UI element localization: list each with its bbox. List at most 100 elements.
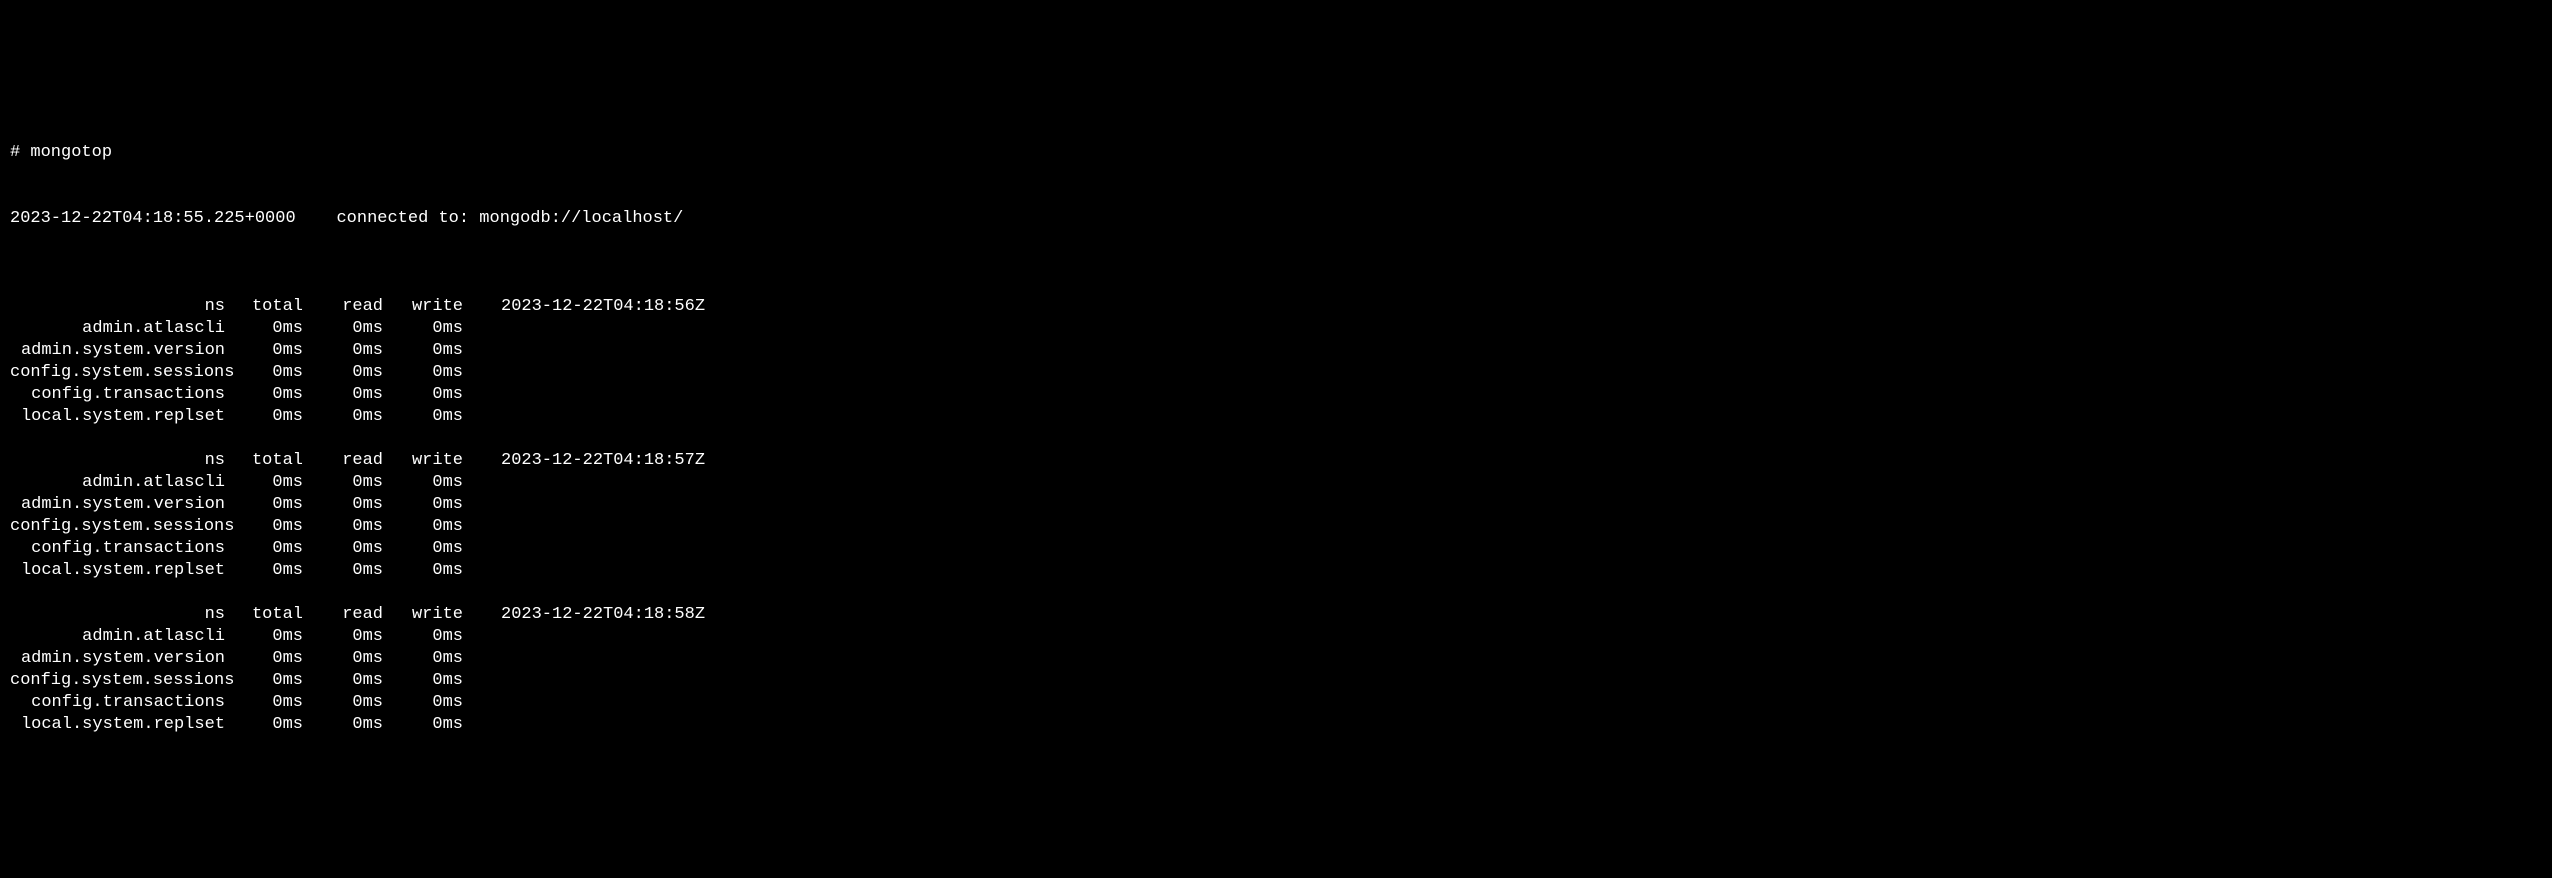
cell-total: 0ms <box>225 406 303 428</box>
cell-ns: admin.atlascli <box>10 472 225 494</box>
terminal-output: # mongotop 2023-12-22T04:18:55.225+0000 … <box>10 98 2542 758</box>
cell-write: 0ms <box>383 384 463 406</box>
cell-read: 0ms <box>303 714 383 736</box>
stats-row: config.system.sessions0ms0ms0ms <box>10 516 2542 538</box>
cell-total: 0ms <box>225 384 303 406</box>
header-read: read <box>303 604 383 626</box>
stats-header-row: nstotalreadwrite2023-12-22T04:18:56Z <box>10 296 2542 318</box>
cell-write: 0ms <box>383 362 463 384</box>
cell-ns: config.system.sessions <box>10 362 225 384</box>
cell-total: 0ms <box>225 714 303 736</box>
stats-header-row: nstotalreadwrite2023-12-22T04:18:58Z <box>10 604 2542 626</box>
stats-row: local.system.replset0ms0ms0ms <box>10 406 2542 428</box>
cell-total: 0ms <box>225 560 303 582</box>
cell-read: 0ms <box>303 472 383 494</box>
cell-write: 0ms <box>383 670 463 692</box>
stats-block: nstotalreadwrite2023-12-22T04:18:57Zadmi… <box>10 450 2542 582</box>
cell-read: 0ms <box>303 626 383 648</box>
cell-ns: admin.atlascli <box>10 318 225 340</box>
cell-read: 0ms <box>303 516 383 538</box>
cell-read: 0ms <box>303 384 383 406</box>
cell-write: 0ms <box>383 560 463 582</box>
cell-ns: config.transactions <box>10 538 225 560</box>
cell-ns: config.system.sessions <box>10 516 225 538</box>
cell-total: 0ms <box>225 340 303 362</box>
stats-header-row: nstotalreadwrite2023-12-22T04:18:57Z <box>10 450 2542 472</box>
cell-total: 0ms <box>225 362 303 384</box>
cell-total: 0ms <box>225 626 303 648</box>
stats-row: config.transactions0ms0ms0ms <box>10 538 2542 560</box>
stats-row: config.transactions0ms0ms0ms <box>10 692 2542 714</box>
header-write: write <box>383 450 463 472</box>
header-ns: ns <box>10 296 225 318</box>
header-ns: ns <box>10 604 225 626</box>
cell-ns: local.system.replset <box>10 714 225 736</box>
cell-write: 0ms <box>383 318 463 340</box>
spacer <box>296 208 337 230</box>
stats-row: admin.atlascli0ms0ms0ms <box>10 472 2542 494</box>
cell-write: 0ms <box>383 538 463 560</box>
cell-read: 0ms <box>303 560 383 582</box>
cell-read: 0ms <box>303 318 383 340</box>
stats-row: config.system.sessions0ms0ms0ms <box>10 362 2542 384</box>
header-total: total <box>225 296 303 318</box>
block-timestamp: 2023-12-22T04:18:56Z <box>463 296 705 318</box>
cell-ns: admin.system.version <box>10 494 225 516</box>
cell-write: 0ms <box>383 626 463 648</box>
block-timestamp: 2023-12-22T04:18:58Z <box>463 604 705 626</box>
cell-ns: admin.system.version <box>10 340 225 362</box>
cell-read: 0ms <box>303 648 383 670</box>
cell-read: 0ms <box>303 362 383 384</box>
cell-ns: local.system.replset <box>10 560 225 582</box>
cell-ns: config.transactions <box>10 384 225 406</box>
command-text: # mongotop <box>10 142 112 164</box>
stats-row: local.system.replset0ms0ms0ms <box>10 560 2542 582</box>
cell-ns: local.system.replset <box>10 406 225 428</box>
cell-read: 0ms <box>303 670 383 692</box>
cell-ns: admin.system.version <box>10 648 225 670</box>
header-ns: ns <box>10 450 225 472</box>
header-write: write <box>383 296 463 318</box>
block-timestamp: 2023-12-22T04:18:57Z <box>463 450 705 472</box>
stats-block: nstotalreadwrite2023-12-22T04:18:58Zadmi… <box>10 604 2542 736</box>
cell-read: 0ms <box>303 340 383 362</box>
cell-write: 0ms <box>383 406 463 428</box>
stats-row: config.transactions0ms0ms0ms <box>10 384 2542 406</box>
cell-read: 0ms <box>303 406 383 428</box>
stats-row: admin.system.version0ms0ms0ms <box>10 494 2542 516</box>
cell-total: 0ms <box>225 516 303 538</box>
cell-total: 0ms <box>225 538 303 560</box>
header-total: total <box>225 450 303 472</box>
stats-row: admin.atlascli0ms0ms0ms <box>10 626 2542 648</box>
cell-read: 0ms <box>303 692 383 714</box>
stats-row: local.system.replset0ms0ms0ms <box>10 714 2542 736</box>
cell-ns: config.system.sessions <box>10 670 225 692</box>
cell-total: 0ms <box>225 670 303 692</box>
cell-write: 0ms <box>383 340 463 362</box>
cell-write: 0ms <box>383 494 463 516</box>
stats-row: admin.atlascli0ms0ms0ms <box>10 318 2542 340</box>
stats-row: config.system.sessions0ms0ms0ms <box>10 670 2542 692</box>
cell-write: 0ms <box>383 692 463 714</box>
cell-total: 0ms <box>225 472 303 494</box>
connection-timestamp: 2023-12-22T04:18:55.225+0000 <box>10 208 296 230</box>
cell-write: 0ms <box>383 648 463 670</box>
cell-total: 0ms <box>225 494 303 516</box>
command-prompt: # mongotop <box>10 142 2542 164</box>
header-read: read <box>303 450 383 472</box>
cell-ns: admin.atlascli <box>10 626 225 648</box>
header-total: total <box>225 604 303 626</box>
cell-write: 0ms <box>383 714 463 736</box>
connection-message: connected to: mongodb://localhost/ <box>336 208 683 230</box>
cell-write: 0ms <box>383 472 463 494</box>
stats-row: admin.system.version0ms0ms0ms <box>10 340 2542 362</box>
cell-total: 0ms <box>225 318 303 340</box>
connection-info: 2023-12-22T04:18:55.225+0000 connected t… <box>10 208 2542 230</box>
cell-total: 0ms <box>225 648 303 670</box>
stats-block: nstotalreadwrite2023-12-22T04:18:56Zadmi… <box>10 296 2542 428</box>
cell-read: 0ms <box>303 538 383 560</box>
cell-write: 0ms <box>383 516 463 538</box>
cell-ns: config.transactions <box>10 692 225 714</box>
header-write: write <box>383 604 463 626</box>
cell-total: 0ms <box>225 692 303 714</box>
